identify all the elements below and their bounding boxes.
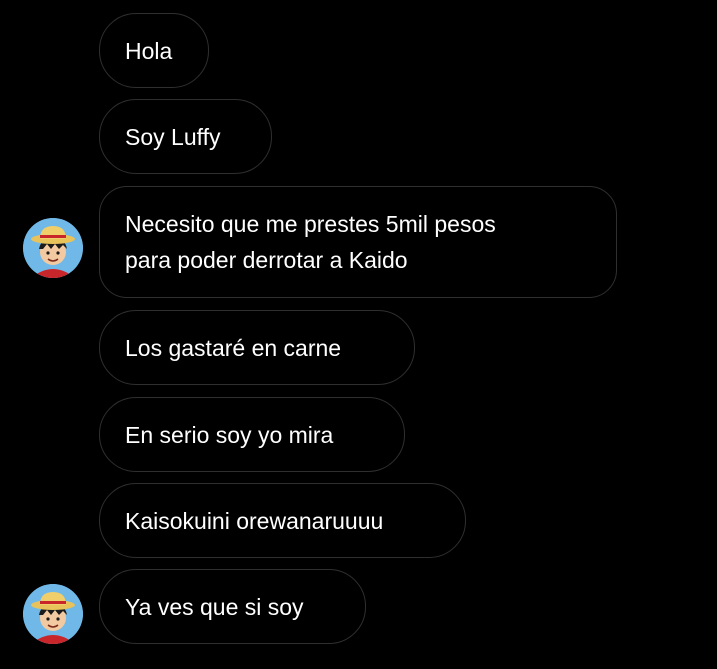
message-text-line: Necesito que me prestes 5mil pesos	[125, 211, 496, 237]
message-bubble[interactable]: Hola	[99, 13, 209, 88]
message-bubble[interactable]: Necesito que me prestes 5mil pesos para …	[99, 186, 617, 298]
straw-hat-avatar-icon	[23, 584, 83, 644]
sender-avatar[interactable]	[23, 218, 83, 278]
straw-hat-avatar-icon	[23, 218, 83, 278]
sender-avatar[interactable]	[23, 584, 83, 644]
message-text: Los gastaré en carne	[125, 334, 342, 361]
message-bubble[interactable]: Ya ves que si soy	[99, 569, 366, 644]
message-bubble[interactable]: Soy Luffy	[99, 99, 272, 174]
message-bubble[interactable]: Los gastaré en carne	[99, 310, 415, 385]
message-text: Kaisokuini orewanaruuuu	[125, 507, 384, 534]
message-thread: Hola Soy Luffy Necesito que me prestes 5…	[0, 0, 717, 669]
message-text: Ya ves que si soy	[125, 593, 304, 620]
message-text: Hola	[125, 37, 173, 64]
message-text: En serio soy yo mira	[125, 421, 334, 448]
message-text: Soy Luffy	[125, 123, 221, 150]
message-text-line: para poder derrotar a Kaido	[125, 247, 408, 273]
message-bubble[interactable]: En serio soy yo mira	[99, 397, 405, 472]
message-bubble[interactable]: Kaisokuini orewanaruuuu	[99, 483, 466, 558]
